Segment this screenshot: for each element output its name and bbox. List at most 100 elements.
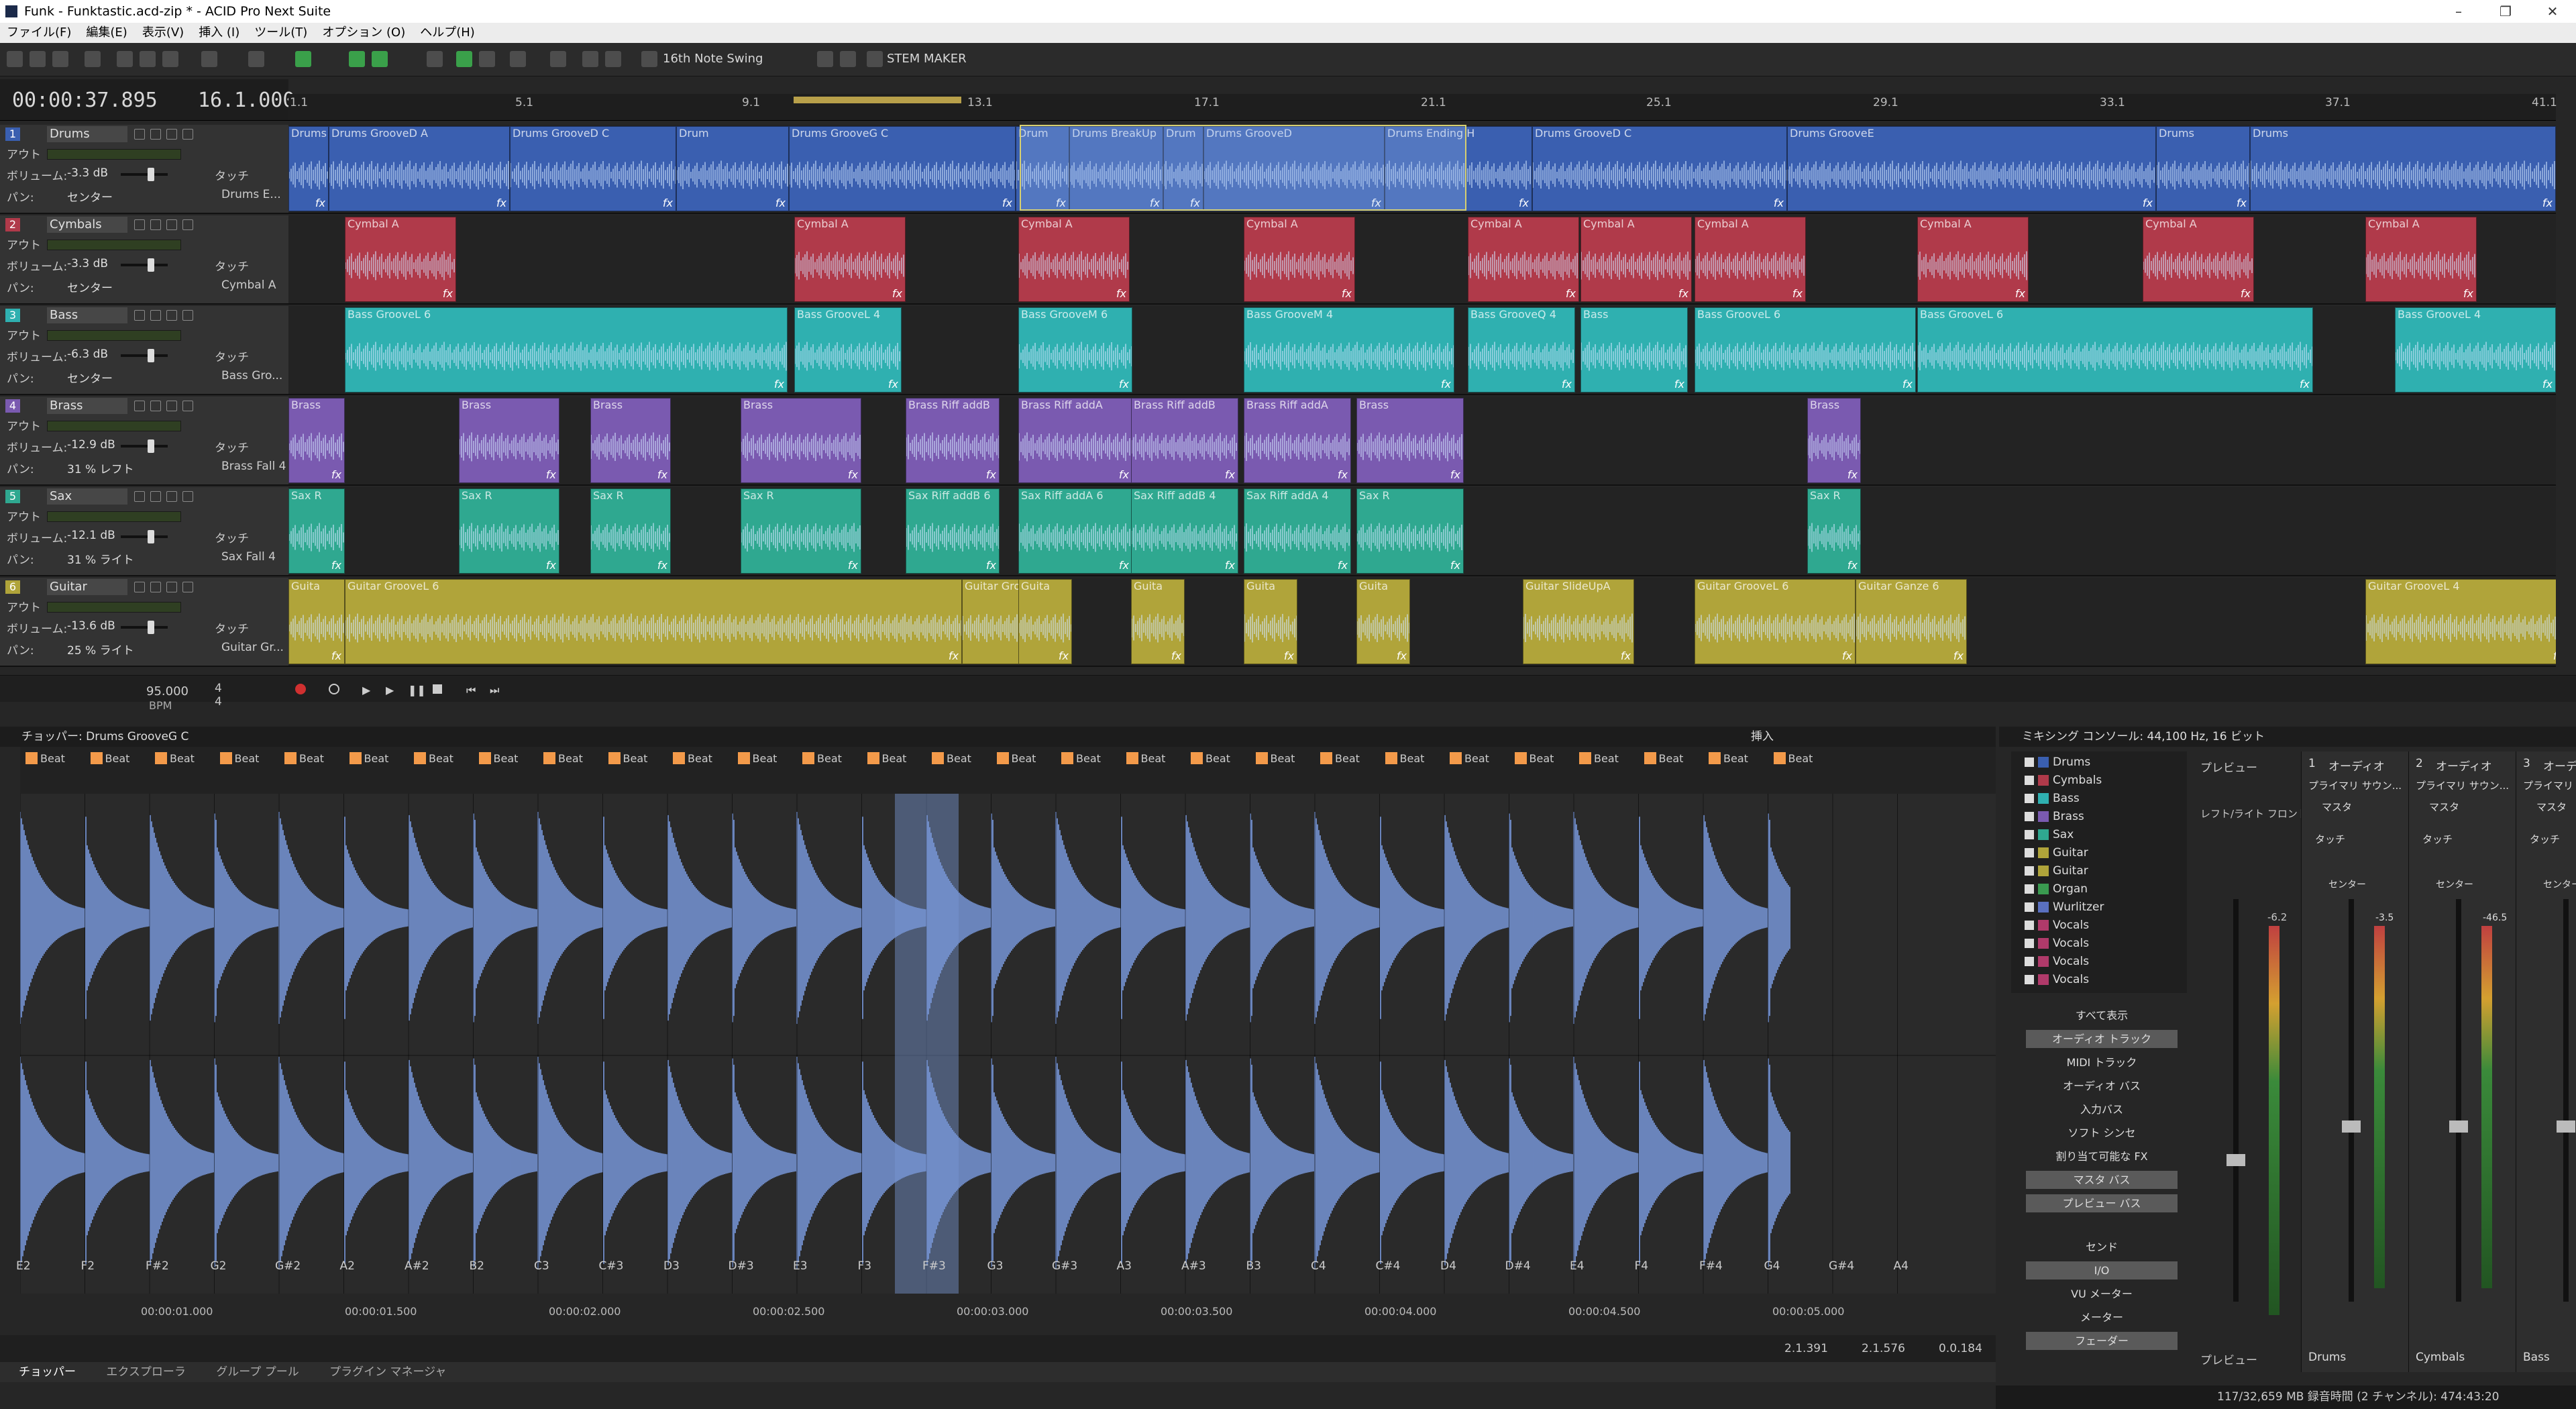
track-volume-value[interactable]: -3.3 dB <box>67 166 108 180</box>
mixer-view-button[interactable]: ソフト シンセ <box>2026 1124 2178 1142</box>
mixer-track-item[interactable]: Brass <box>2025 810 2084 823</box>
track-lane-guitar[interactable]: GuitafxGuitar GrooveL 6fxGuitar GrooveL … <box>288 578 2556 667</box>
mixer-track-item[interactable]: Bass <box>2025 792 2080 805</box>
mixer-view-button[interactable]: 割り当て可能な FX <box>2026 1147 2178 1165</box>
loop-region-bar[interactable] <box>794 97 961 103</box>
redo-icon[interactable] <box>248 51 264 67</box>
clip-fx-icon[interactable]: fx <box>546 559 556 572</box>
checkbox-icon[interactable] <box>2025 794 2034 803</box>
clip-fx-icon[interactable]: fx <box>1847 559 1858 572</box>
track-lane-cymbals[interactable]: Cymbal A fx Cymbal A fx Cymbal A fx Cymbal A fx… <box>288 215 2556 305</box>
automation-touch[interactable]: タッチ <box>215 348 249 364</box>
audio-clip[interactable]: Bass GrooveQ 4 fx <box>1468 307 1575 393</box>
tab-group-pool[interactable]: グループ プール <box>216 1365 299 1379</box>
record-arm-icon[interactable] <box>166 582 177 592</box>
beat-marker-icon[interactable] <box>1061 752 1073 764</box>
beat-marker-icon[interactable] <box>1773 752 1786 764</box>
mute-icon[interactable] <box>134 310 145 321</box>
tuner-icon[interactable] <box>840 51 856 67</box>
checkbox-icon[interactable] <box>2025 812 2034 821</box>
grid-icon[interactable] <box>349 51 365 67</box>
audio-clip[interactable]: Bass GrooveL 4 fx <box>2395 307 2556 393</box>
clip-fx-icon[interactable]: fx <box>949 649 959 662</box>
time-signature-bottom[interactable]: 4 <box>215 695 222 709</box>
audio-clip[interactable]: Sax R fx <box>1807 488 1861 574</box>
track-header-sax[interactable]: 5 Sax アウト ボリューム: -12.1 dB タッチ パン: 31 % ライト Sax F… <box>0 487 288 576</box>
clip-fx-icon[interactable]: fx <box>1621 649 1631 662</box>
volume-slider[interactable] <box>121 621 168 634</box>
audio-clip[interactable]: Sax R fx <box>590 488 671 574</box>
strip-output[interactable]: プライマリ サウン... <box>2523 778 2576 792</box>
mixer-track-item[interactable]: Guitar <box>2025 864 2088 878</box>
select-tool-icon[interactable] <box>479 51 495 67</box>
record-arm-icon[interactable] <box>166 219 177 230</box>
mute-icon[interactable] <box>134 491 145 502</box>
clip-fx-icon[interactable]: fx <box>1562 378 1572 390</box>
mixer-track-item[interactable]: Vocals <box>2025 973 2089 986</box>
audio-clip[interactable]: Cymbal A fx <box>2143 217 2254 302</box>
fx-icon[interactable] <box>182 310 193 321</box>
tab-chopper[interactable]: チョッパー <box>19 1365 76 1379</box>
fx-icon[interactable] <box>182 582 193 592</box>
tab-explorer[interactable]: エクスプローラ <box>106 1365 186 1379</box>
fx-icon[interactable] <box>182 491 193 502</box>
clip-fx-icon[interactable]: fx <box>1119 378 1129 390</box>
audio-clip[interactable]: Guita fx <box>1131 579 1185 664</box>
clip-fx-icon[interactable]: fx <box>892 287 902 300</box>
track-pan-value[interactable]: 31 % レフト <box>67 460 134 476</box>
mixer-view-button[interactable]: すべて表示 <box>2026 1006 2178 1025</box>
audio-clip[interactable]: Sax Riff addA 6 fx <box>1018 488 1132 574</box>
clip-fx-icon[interactable]: fx <box>331 649 341 662</box>
swing-select[interactable]: 16th Note Swing <box>663 52 763 66</box>
clip-fx-icon[interactable]: fx <box>1566 287 1576 300</box>
record-arm-icon[interactable] <box>166 401 177 411</box>
beat-marker-icon[interactable] <box>543 752 555 764</box>
clip-fx-icon[interactable]: fx <box>888 378 898 390</box>
mixer-view-button[interactable]: オーディオ トラック <box>2026 1030 2178 1048</box>
audio-clip[interactable]: Cymbal A fx <box>345 217 456 302</box>
play-from-start-icon[interactable]: ▶ <box>362 684 370 696</box>
clip-fx-icon[interactable]: fx <box>1450 559 1460 572</box>
audio-clip[interactable]: Guitar Ganze 6 fx <box>1856 579 1967 664</box>
volume-slider-knob[interactable] <box>148 168 154 181</box>
chopper-ruler[interactable]: Beat Beat Beat Beat Beat Beat Beat Beat Beat Beat… <box>20 747 1996 809</box>
chopper-insert-button[interactable]: 挿入 <box>1751 727 1774 747</box>
beat-marker-icon[interactable] <box>1385 752 1397 764</box>
channel-strip-cymbals[interactable]: 2 オーディオ プライマリ サウン... マスタ タッチ センター -46.5 Cymbals <box>2408 751 2516 1372</box>
clip-fx-icon[interactable]: fx <box>2542 378 2553 390</box>
mixer-track-item[interactable]: Cymbals <box>2025 774 2102 787</box>
mixer-view-button[interactable]: メーター <box>2026 1308 2178 1326</box>
mixer-track-item[interactable]: Wurlitzer <box>2025 900 2104 914</box>
cut-icon[interactable] <box>117 51 133 67</box>
go-to-start-icon[interactable]: ⏮ <box>466 684 476 697</box>
clip-fx-icon[interactable]: fx <box>331 468 341 481</box>
clip-fx-icon[interactable]: fx <box>2237 197 2247 209</box>
track-header-cymbals[interactable]: 2 Cymbals アウト ボリューム: -3.3 dB タッチ パン: センター Cymbal… <box>0 215 288 305</box>
track-header-brass[interactable]: 4 Brass アウト ボリューム: -12.9 dB タッチ パン: 31 % レフト Bra… <box>0 397 288 486</box>
clip-fx-icon[interactable]: fx <box>2542 197 2553 209</box>
automation-touch[interactable]: タッチ <box>215 529 249 545</box>
selected-clip-region[interactable] <box>1020 125 1466 211</box>
clip-fx-icon[interactable]: fx <box>2143 197 2153 209</box>
pause-icon[interactable]: ❚❚ <box>408 684 426 696</box>
audio-clip[interactable]: Cymbal A fx <box>794 217 906 302</box>
clip-fx-icon[interactable]: fx <box>1792 287 1803 300</box>
mixer-view-button[interactable]: VU メーター <box>2026 1285 2178 1303</box>
mute-icon[interactable] <box>134 129 145 140</box>
paint-tool-icon[interactable] <box>510 51 526 67</box>
clip-fx-icon[interactable]: fx <box>657 468 667 481</box>
audio-clip[interactable]: Brass fx <box>1356 398 1464 483</box>
audio-clip[interactable]: Drum fx <box>676 126 789 211</box>
fx-icon[interactable] <box>182 219 193 230</box>
mixer-track-item[interactable]: Sax <box>2025 828 2074 841</box>
audio-clip[interactable]: Guitar GrooveL 6 fx <box>345 579 962 664</box>
mute-icon[interactable] <box>134 401 145 411</box>
solo-icon[interactable] <box>150 582 161 592</box>
track-header-bass[interactable]: 3 Bass アウト ボリューム: -6.3 dB タッチ パン: センター Bass Gro.… <box>0 306 288 395</box>
mixer-track-item[interactable]: Vocals <box>2025 937 2089 950</box>
audio-clip[interactable]: Drums fx <box>2250 126 2556 211</box>
checkbox-icon[interactable] <box>2025 884 2034 894</box>
clip-fx-icon[interactable]: fx <box>848 559 858 572</box>
automation-touch[interactable]: タッチ <box>215 257 249 274</box>
audio-clip[interactable]: Brass Riff addB fx <box>1131 398 1238 483</box>
